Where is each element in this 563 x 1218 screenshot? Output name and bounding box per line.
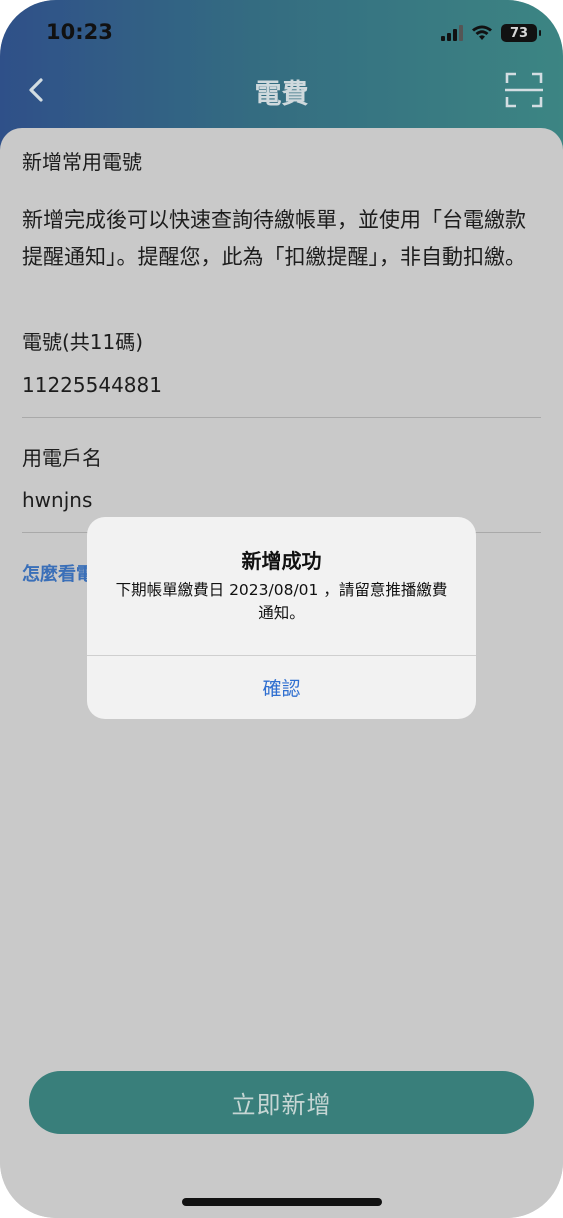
home-indicator[interactable] [182, 1198, 382, 1206]
wifi-icon [472, 25, 492, 40]
help-link[interactable]: 怎麼看電 [22, 560, 94, 586]
phone-screen: 10:23 73 電費 新增常用電號 新增完成後可以快速查詢待繳帳單，並使用「台… [0, 0, 563, 1218]
confirm-button[interactable]: 確認 [87, 656, 476, 719]
account-number-input[interactable]: 11225544881 [22, 373, 162, 397]
alert-message: 下期帳單繳費日 2023/08/01 ，請留意推播繳費通知。 [115, 581, 448, 622]
section-title: 新增常用電號 [22, 150, 142, 174]
alert-title: 新增成功 [241, 549, 322, 573]
status-icons: 73 [441, 24, 541, 42]
submit-button[interactable]: 立即新增 [29, 1071, 534, 1134]
battery-level: 73 [509, 25, 529, 41]
scan-icon[interactable] [505, 72, 543, 108]
page-title: 電費 [254, 79, 309, 110]
signal-icon [441, 25, 463, 41]
description-text: 新增完成後可以快速查詢待繳帳單，並使用「台電繳款提醒通知」。提醒您，此為「扣繳提… [22, 208, 526, 269]
success-alert: 新增成功 下期帳單繳費日 2023/08/01 ，請留意推播繳費通知。 確認 [87, 517, 476, 719]
account-number-label: 電號(共11碼) [22, 330, 144, 354]
status-time: 10:23 [46, 20, 113, 44]
account-name-label: 用電戶名 [22, 446, 102, 470]
divider [22, 417, 541, 418]
account-name-input[interactable]: hwnjns [22, 488, 92, 512]
battery-icon: 73 [501, 24, 541, 42]
